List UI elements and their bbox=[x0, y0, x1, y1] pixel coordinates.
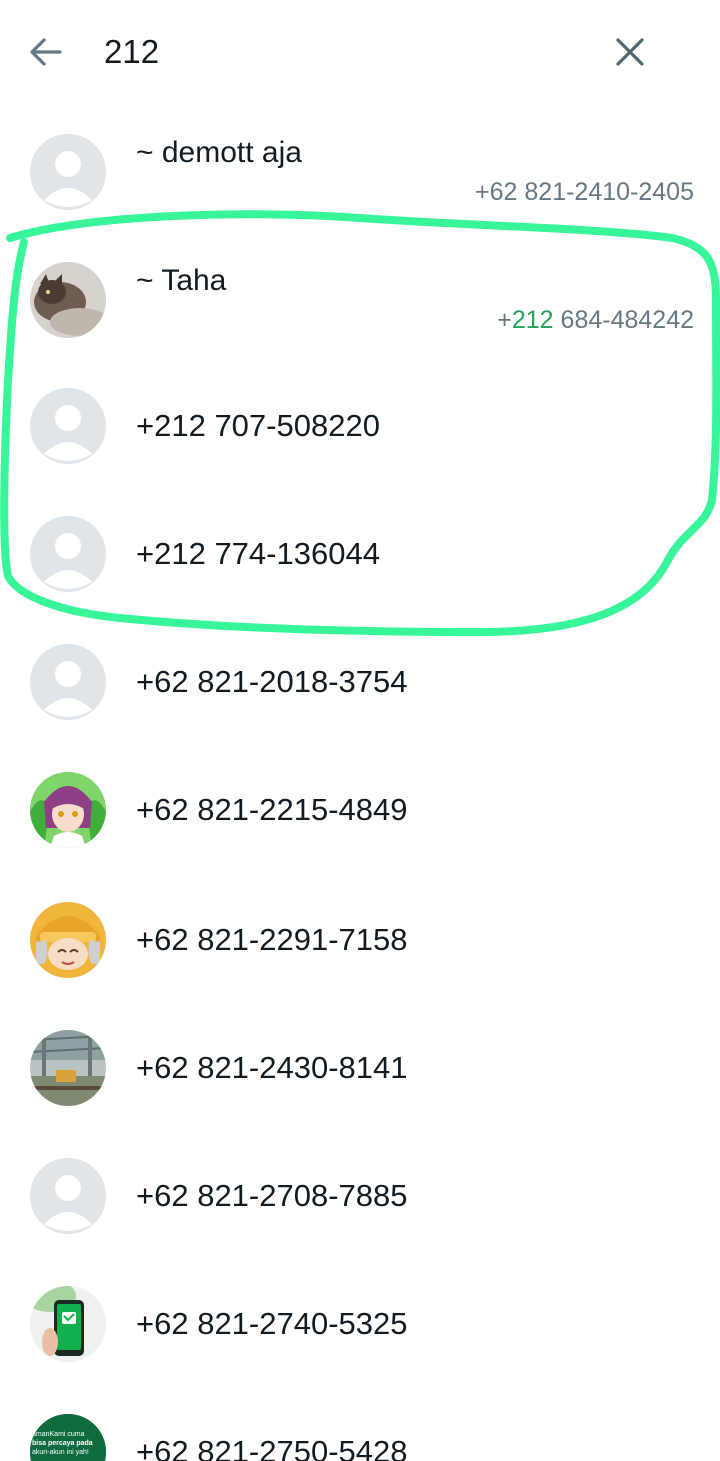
contact-name: ~ demott aja bbox=[136, 136, 302, 169]
contact-phone: +62 821-2750-5428 bbox=[136, 1434, 408, 1461]
contact-row[interactable]: ~ demott aja +62 821-2410-2405 bbox=[0, 106, 720, 234]
svg-text:akun-akun ini yah!: akun-akun ini yah! bbox=[32, 1449, 89, 1456]
contact-phone: +62 821-2430-8141 bbox=[136, 1050, 408, 1085]
contact-phone: +62 821-2410-2405 bbox=[475, 178, 694, 206]
svg-text:amanKami cuma: amanKami cuma bbox=[32, 1431, 85, 1438]
contact-row[interactable]: ~ Taha +212 684-484242 bbox=[0, 234, 720, 362]
contact-phone: +212 684-484242 bbox=[497, 306, 694, 334]
search-input[interactable] bbox=[104, 26, 564, 78]
anime-helmet-avatar bbox=[30, 902, 106, 978]
default-avatar-icon bbox=[30, 644, 106, 720]
clear-search-button[interactable] bbox=[604, 28, 656, 76]
anime-girl-avatar bbox=[30, 772, 106, 848]
default-avatar-icon bbox=[30, 134, 106, 210]
contact-row[interactable]: +62 821-2291-7158 bbox=[0, 874, 720, 1002]
contact-name: ~ Taha bbox=[136, 264, 227, 297]
svg-text:bisa percaya pada: bisa percaya pada bbox=[32, 1440, 93, 1447]
default-avatar-icon bbox=[30, 1158, 106, 1234]
contact-row[interactable]: +212 707-508220 bbox=[0, 362, 720, 490]
contact-phone: +62 821-2708-7885 bbox=[136, 1178, 408, 1213]
contact-row[interactable]: +212 774-136044 bbox=[0, 490, 720, 618]
back-button[interactable] bbox=[22, 30, 70, 74]
cat-photo-avatar bbox=[30, 262, 106, 338]
contact-row[interactable]: +62 821-2018-3754 bbox=[0, 618, 720, 746]
contact-row[interactable]: +62 821-2430-8141 bbox=[0, 1002, 720, 1130]
app-phone-avatar bbox=[30, 1286, 106, 1362]
contact-phone: +62 821-2018-3754 bbox=[136, 664, 408, 699]
contact-row[interactable]: +62 821-2708-7885 bbox=[0, 1130, 720, 1258]
contact-phone: +62 821-2740-5325 bbox=[136, 1306, 408, 1341]
search-bar bbox=[0, 0, 720, 104]
promo-text-avatar: amanKami cuma bisa percaya pada akun-aku… bbox=[30, 1414, 106, 1461]
default-avatar-icon bbox=[30, 388, 106, 464]
search-match-highlight: 212 bbox=[511, 306, 554, 334]
train-station-avatar bbox=[30, 1030, 106, 1106]
back-arrow-icon bbox=[30, 38, 62, 66]
contact-phone: +62 821-2215-4849 bbox=[136, 792, 408, 827]
close-icon bbox=[616, 38, 644, 66]
default-avatar-icon bbox=[30, 516, 106, 592]
contact-phone: +212 707-508220 bbox=[136, 408, 380, 443]
contact-row[interactable]: amanKami cuma bisa percaya pada akun-aku… bbox=[0, 1386, 720, 1461]
contact-phone: +212 774-136044 bbox=[136, 536, 380, 571]
contact-row[interactable]: +62 821-2215-4849 bbox=[0, 746, 720, 874]
contact-phone: +62 821-2291-7158 bbox=[136, 922, 408, 957]
contact-row[interactable]: +62 821-2740-5325 bbox=[0, 1258, 720, 1386]
